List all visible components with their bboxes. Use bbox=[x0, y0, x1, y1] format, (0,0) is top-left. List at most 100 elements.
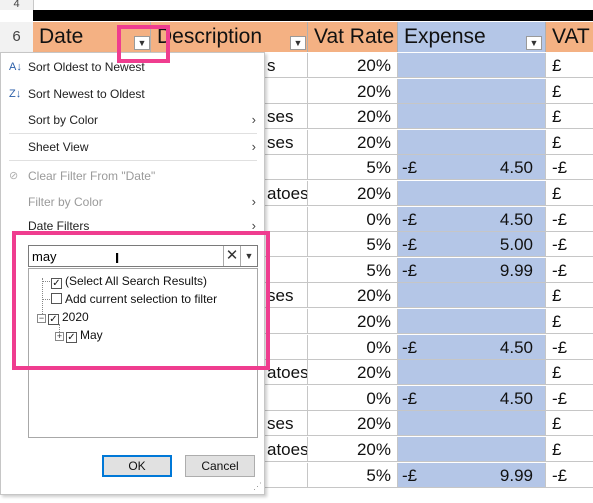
header-expense-label: Expense bbox=[404, 25, 486, 48]
vat-cell[interactable]: £ bbox=[546, 360, 593, 385]
vat-rate-cell[interactable]: 0% bbox=[308, 386, 398, 411]
header-description-label: Description bbox=[157, 25, 263, 48]
description-filter-dropdown-button[interactable]: ▼ bbox=[290, 36, 306, 50]
expense-cell[interactable]: -£ 4.50 bbox=[398, 386, 546, 411]
menu-separator bbox=[9, 160, 257, 161]
vat-rate-cell[interactable]: 20% bbox=[308, 411, 398, 436]
vat-cell[interactable]: -£ bbox=[546, 258, 593, 283]
row-number-4[interactable]: 4 bbox=[0, 0, 34, 10]
chevron-right-icon: › bbox=[251, 112, 256, 127]
clear-filter-icon: ⊘ bbox=[9, 170, 19, 182]
vat-cell[interactable]: -£ bbox=[546, 155, 593, 180]
menu-sort-newest-label: Sort Newest to Oldest bbox=[28, 87, 145, 101]
vat-rate-cell[interactable]: 20% bbox=[308, 53, 398, 78]
expense-cell[interactable]: -£ 4.50 bbox=[398, 155, 546, 180]
expense-cell[interactable]: -£ 4.50 bbox=[398, 207, 546, 232]
ok-button[interactable]: OK bbox=[102, 455, 172, 477]
vat-rate-cell[interactable]: 20% bbox=[308, 360, 398, 385]
menu-sort-by-color[interactable]: Sort by Color › bbox=[1, 109, 264, 131]
header-vat-label: VAT bbox=[552, 25, 590, 48]
header-date-label: Date bbox=[39, 25, 84, 48]
expense-cell[interactable] bbox=[398, 283, 546, 308]
expense-currency: -£ bbox=[402, 210, 418, 229]
vat-cell[interactable]: £ bbox=[546, 181, 593, 206]
sort-ascending-icon: A↓ bbox=[9, 61, 22, 73]
expense-value: 4.50 bbox=[499, 338, 533, 357]
vat-rate-cell[interactable]: 5% bbox=[308, 463, 398, 488]
vat-rate-cell[interactable]: 20% bbox=[308, 130, 398, 155]
expense-cell[interactable] bbox=[398, 130, 546, 155]
header-description[interactable]: Description bbox=[151, 22, 308, 52]
vat-rate-cell[interactable]: 20% bbox=[308, 283, 398, 308]
vat-cell[interactable]: £ bbox=[546, 437, 593, 462]
expense-filter-dropdown-button[interactable]: ▼ bbox=[526, 36, 542, 50]
expense-cell[interactable] bbox=[398, 53, 546, 78]
expense-cell[interactable]: -£ 9.99 bbox=[398, 258, 546, 283]
vat-cell[interactable]: -£ bbox=[546, 232, 593, 257]
vat-cell[interactable]: -£ bbox=[546, 463, 593, 488]
expense-currency: -£ bbox=[402, 338, 418, 357]
vat-cell[interactable]: £ bbox=[546, 130, 593, 155]
highlight-box-search bbox=[12, 231, 270, 370]
vat-cell[interactable]: £ bbox=[546, 104, 593, 129]
expense-cell[interactable]: -£ 5.00 bbox=[398, 232, 546, 257]
menu-clear-filter-label: Clear Filter From "Date" bbox=[28, 169, 156, 183]
expense-cell[interactable] bbox=[398, 309, 546, 334]
vat-rate-cell[interactable]: 20% bbox=[308, 181, 398, 206]
menu-sheet-view-label: Sheet View bbox=[28, 140, 89, 154]
vat-rate-cell[interactable]: 20% bbox=[308, 79, 398, 104]
menu-sheet-view[interactable]: Sheet View › bbox=[1, 136, 264, 158]
vat-rate-cell[interactable]: 5% bbox=[308, 258, 398, 283]
menu-sort-newest[interactable]: Z↓ Sort Newest to Oldest bbox=[1, 83, 264, 105]
expense-cell[interactable] bbox=[398, 181, 546, 206]
header-vat[interactable]: VAT bbox=[546, 22, 593, 52]
row-number-6[interactable]: 6 bbox=[0, 22, 34, 52]
menu-filter-by-color[interactable]: Filter by Color › bbox=[1, 191, 264, 213]
header-expense[interactable]: Expense bbox=[398, 22, 546, 52]
vat-rate-cell[interactable]: 5% bbox=[308, 155, 398, 180]
vat-cell[interactable]: £ bbox=[546, 283, 593, 308]
header-vat-rate[interactable]: Vat Rate bbox=[308, 22, 398, 52]
expense-currency: -£ bbox=[402, 389, 418, 408]
vat-rate-cell[interactable]: 0% bbox=[308, 207, 398, 232]
expense-cell[interactable] bbox=[398, 437, 546, 462]
cancel-button[interactable]: Cancel bbox=[185, 455, 255, 477]
vat-cell[interactable]: -£ bbox=[546, 207, 593, 232]
expense-value: 4.50 bbox=[499, 158, 533, 177]
vat-cell[interactable]: -£ bbox=[546, 335, 593, 360]
chevron-right-icon: › bbox=[251, 139, 256, 154]
chevron-right-icon: › bbox=[251, 194, 256, 209]
vat-cell[interactable]: £ bbox=[546, 309, 593, 334]
expense-value: 5.00 bbox=[499, 235, 533, 254]
vat-rate-cell[interactable]: 20% bbox=[308, 104, 398, 129]
vat-cell[interactable]: £ bbox=[546, 53, 593, 78]
vat-cell[interactable]: -£ bbox=[546, 386, 593, 411]
expense-currency: -£ bbox=[402, 158, 418, 177]
vat-cell[interactable]: £ bbox=[546, 411, 593, 436]
expense-cell[interactable]: -£ 9.99 bbox=[398, 463, 546, 488]
vat-rate-cell[interactable]: 20% bbox=[308, 437, 398, 462]
expense-cell[interactable]: -£ 4.50 bbox=[398, 335, 546, 360]
vat-cell[interactable]: £ bbox=[546, 79, 593, 104]
expense-cell[interactable] bbox=[398, 79, 546, 104]
resize-grip-icon[interactable]: ⋰ bbox=[253, 481, 262, 492]
black-row bbox=[33, 10, 593, 21]
expense-value: 9.99 bbox=[499, 261, 533, 280]
highlight-box-filter-button bbox=[117, 25, 170, 63]
expense-cell[interactable] bbox=[398, 104, 546, 129]
sort-descending-icon: Z↓ bbox=[9, 88, 22, 100]
expense-value: 4.50 bbox=[499, 389, 533, 408]
expense-currency: -£ bbox=[402, 235, 418, 254]
expense-currency: -£ bbox=[402, 466, 418, 485]
expense-cell[interactable] bbox=[398, 360, 546, 385]
vat-rate-cell[interactable]: 20% bbox=[308, 309, 398, 334]
header-vat-rate-label: Vat Rate bbox=[314, 25, 395, 48]
expense-currency: -£ bbox=[402, 261, 418, 280]
menu-separator bbox=[9, 133, 257, 134]
expense-value: 4.50 bbox=[499, 210, 533, 229]
menu-clear-filter[interactable]: ⊘ Clear Filter From "Date" bbox=[1, 165, 264, 187]
vat-rate-cell[interactable]: 0% bbox=[308, 335, 398, 360]
expense-cell[interactable] bbox=[398, 411, 546, 436]
menu-sort-by-color-label: Sort by Color bbox=[28, 113, 99, 127]
vat-rate-cell[interactable]: 5% bbox=[308, 232, 398, 257]
